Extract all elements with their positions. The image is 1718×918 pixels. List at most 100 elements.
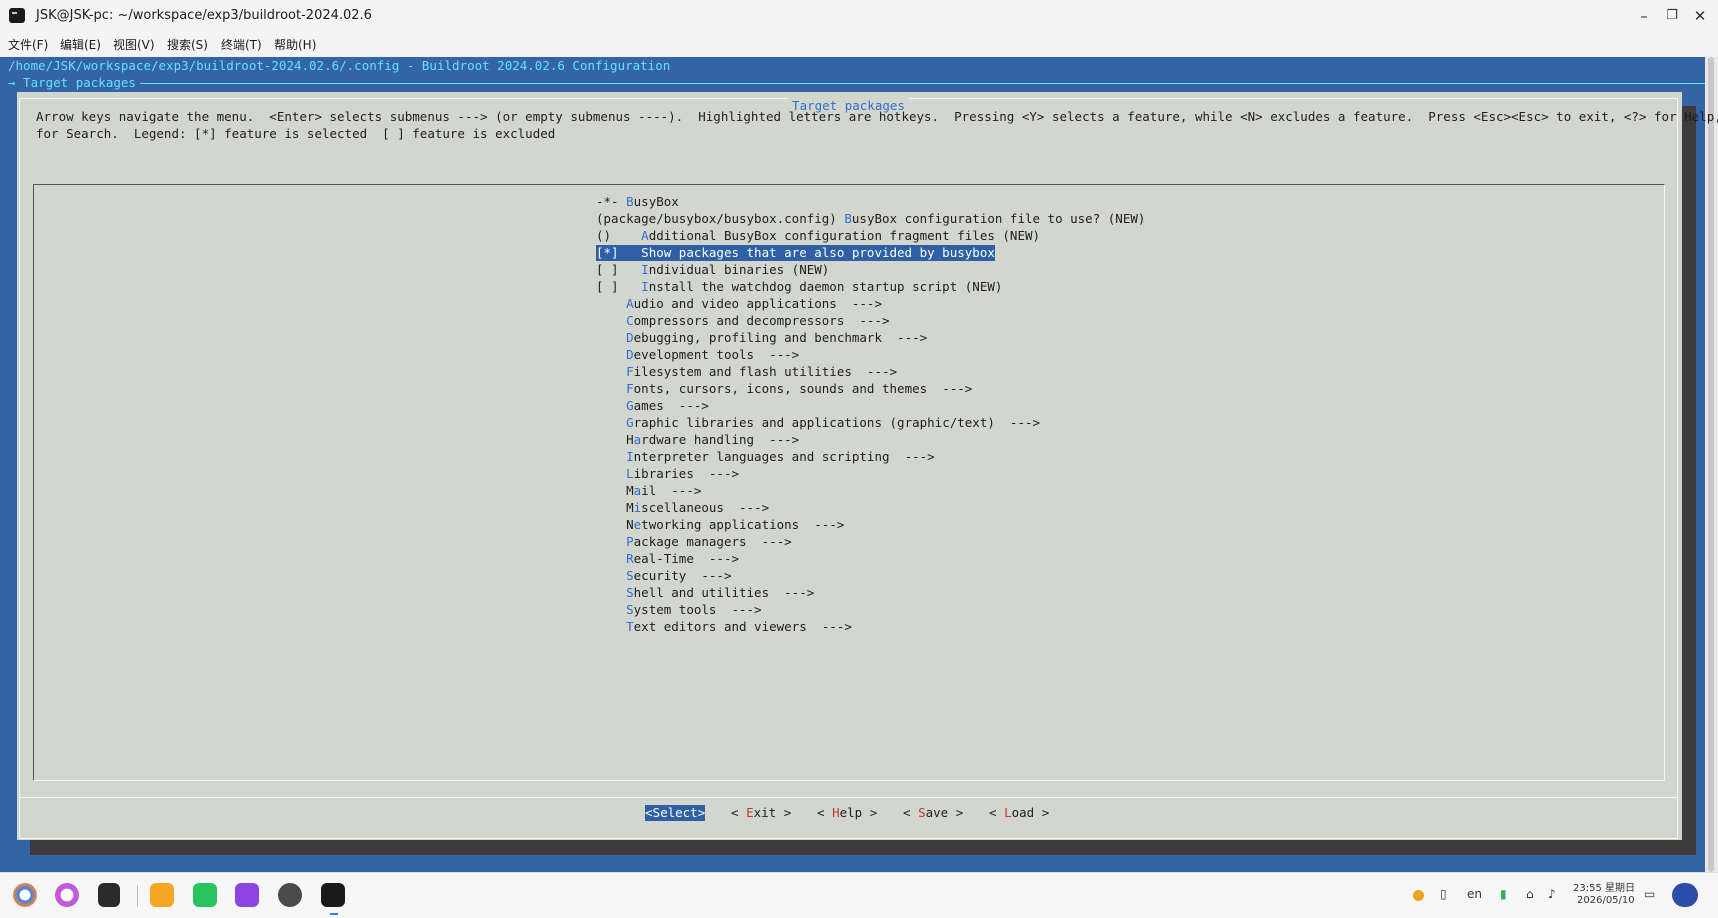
menu-item-label: ebugging, profiling and benchmark ---> <box>633 330 928 345</box>
menu-item[interactable]: Development tools ---> <box>596 347 799 363</box>
menu-item[interactable]: Shell and utilities ---> <box>596 585 814 601</box>
menu-item[interactable]: (package/busybox/busybox.config) BusyBox… <box>596 211 1145 227</box>
menu-item-prefix: [*] <box>596 245 642 260</box>
menu-item[interactable]: Mail ---> <box>596 483 701 499</box>
wechat-icon[interactable] <box>193 883 217 907</box>
menu-item-prefix <box>596 398 626 413</box>
launcher-icon[interactable] <box>13 883 37 907</box>
load-button[interactable]: < Load > <box>989 805 1049 821</box>
menu-item-prefix <box>596 347 626 362</box>
menu-item-label: nterpreter languages and scripting ---> <box>633 449 935 464</box>
menu-view[interactable]: 视图(V) <box>113 36 155 53</box>
menu-item-hotkey: D <box>626 330 634 345</box>
menu-item[interactable]: [ ] Individual binaries (NEW) <box>596 262 829 278</box>
volume-icon[interactable]: ♪ <box>1548 887 1556 901</box>
minimize-button[interactable]: – <box>1633 5 1655 27</box>
menu-item-prefix <box>596 449 626 464</box>
menu-item-prefix <box>596 415 626 430</box>
menu-item[interactable]: Package managers ---> <box>596 534 792 550</box>
menu-item-hotkey: B <box>626 194 634 209</box>
menu-item[interactable]: Security ---> <box>596 568 731 584</box>
clock-date[interactable]: 2026/05/10 <box>1577 895 1635 906</box>
menu-item-prefix <box>596 381 626 396</box>
menu-item[interactable]: () Additional BusyBox configuration frag… <box>596 228 1040 244</box>
menu-terminal[interactable]: 终端(T) <box>221 36 262 53</box>
network-icon[interactable]: ⌂ <box>1526 887 1534 901</box>
terminal-icon[interactable] <box>321 883 345 907</box>
menu-item[interactable]: Games ---> <box>596 398 709 414</box>
menu-item[interactable]: Graphic libraries and applications (grap… <box>596 415 1040 431</box>
menu-help[interactable]: 帮助(H) <box>274 36 316 53</box>
menu-item[interactable]: Libraries ---> <box>596 466 739 482</box>
help-text-line-2: for Search. Legend: [*] feature is selec… <box>36 126 556 141</box>
help-button[interactable]: < Help > <box>817 805 877 821</box>
clock-time[interactable]: 23:55 星期日 <box>1573 879 1635 894</box>
menu-item[interactable]: System tools ---> <box>596 602 761 618</box>
menu-item-prefix: M <box>596 483 634 498</box>
menu-item-hotkey: G <box>626 398 634 413</box>
taskbar-separator <box>137 885 138 907</box>
menu-item-hotkey: S <box>626 602 634 617</box>
multitask-icon[interactable] <box>98 883 120 907</box>
menu-item-label: tworking applications ---> <box>641 517 845 532</box>
help-text-line-1: Arrow keys navigate the menu. <Enter> se… <box>36 109 1718 124</box>
menu-item-prefix: H <box>596 432 634 447</box>
window-title: JSK@JSK-pc: ~/workspace/exp3/buildroot-2… <box>36 8 372 23</box>
menu-search[interactable]: 搜索(S) <box>167 36 208 53</box>
battery-icon[interactable]: ▮ <box>1500 887 1507 901</box>
clipboard-icon[interactable]: ▯ <box>1440 887 1447 901</box>
menu-item-hotkey: T <box>626 619 634 634</box>
menu-item-prefix <box>596 619 626 634</box>
save-button[interactable]: < Save > <box>903 805 963 821</box>
menu-item[interactable]: [*] Show packages that are also provided… <box>596 245 995 261</box>
notification-dot-icon[interactable] <box>1413 890 1424 901</box>
menu-list-box <box>33 184 1665 781</box>
menu-item[interactable]: Filesystem and flash utilities ---> <box>596 364 897 380</box>
menu-item-hotkey: F <box>626 364 634 379</box>
file-manager-icon[interactable] <box>150 883 174 907</box>
menu-item-label: dditional BusyBox configuration fragment… <box>648 228 1041 243</box>
menu-edit[interactable]: 编辑(E) <box>60 36 101 53</box>
menu-item-label: scellaneous ---> <box>641 500 770 515</box>
search-icon[interactable] <box>55 883 79 907</box>
taskbar: ▯ en ▮ ⌂ ♪ 23:55 星期日 2026/05/10 ▭ <box>0 872 1718 918</box>
menu-item-label: ndividual binaries (NEW) <box>648 262 830 277</box>
menu-item-prefix: () <box>596 228 642 243</box>
menu-item[interactable]: Networking applications ---> <box>596 517 844 533</box>
menu-item[interactable]: Fonts, cursors, icons, sounds and themes… <box>596 381 972 397</box>
language-indicator[interactable]: en <box>1467 887 1482 901</box>
menu-item[interactable]: Real-Time ---> <box>596 551 739 567</box>
terminal-scrollbar[interactable] <box>1705 57 1718 872</box>
menu-item[interactable]: Compressors and decompressors ---> <box>596 313 889 329</box>
assistant-icon[interactable] <box>1672 883 1698 907</box>
menu-item-label: raphic libraries and applications (graph… <box>633 415 1041 430</box>
menu-item[interactable]: Hardware handling ---> <box>596 432 799 448</box>
menu-item-prefix <box>596 585 626 600</box>
camera-icon[interactable] <box>235 883 259 907</box>
menu-item-label: hell and utilities ---> <box>633 585 815 600</box>
menu-item[interactable]: -*- BusyBox <box>596 194 679 210</box>
close-button[interactable]: ✕ <box>1689 5 1711 27</box>
menu-item-prefix <box>596 568 626 583</box>
menu-item-prefix <box>596 364 626 379</box>
menu-item[interactable]: Debugging, profiling and benchmark ---> <box>596 330 927 346</box>
menu-item-prefix: M <box>596 500 634 515</box>
menu-file[interactable]: 文件(F) <box>8 36 48 53</box>
menu-item[interactable]: Miscellaneous ---> <box>596 500 769 516</box>
menu-item-hotkey: S <box>626 585 634 600</box>
message-icon[interactable]: ▭ <box>1644 887 1655 901</box>
menu-item-prefix: (package/busybox/busybox.config) <box>596 211 845 226</box>
menu-item-label: how packages that are also provided by b… <box>648 245 995 260</box>
settings-icon[interactable] <box>278 883 302 907</box>
menu-item[interactable]: Interpreter languages and scripting ---> <box>596 449 935 465</box>
restore-button[interactable]: ❐ <box>1661 5 1683 27</box>
menu-item[interactable]: Text editors and viewers ---> <box>596 619 852 635</box>
select-button[interactable]: <Select> <box>645 805 706 821</box>
menu-item-hotkey: I <box>641 262 649 277</box>
menu-item[interactable]: Audio and video applications ---> <box>596 296 882 312</box>
menu-item-hotkey: C <box>626 313 634 328</box>
menu-item-hotkey: L <box>626 466 634 481</box>
scrollbar-thumb[interactable] <box>1708 57 1714 872</box>
exit-button[interactable]: < Exit > <box>731 805 791 821</box>
menu-item[interactable]: [ ] Install the watchdog daemon startup … <box>596 279 1002 295</box>
